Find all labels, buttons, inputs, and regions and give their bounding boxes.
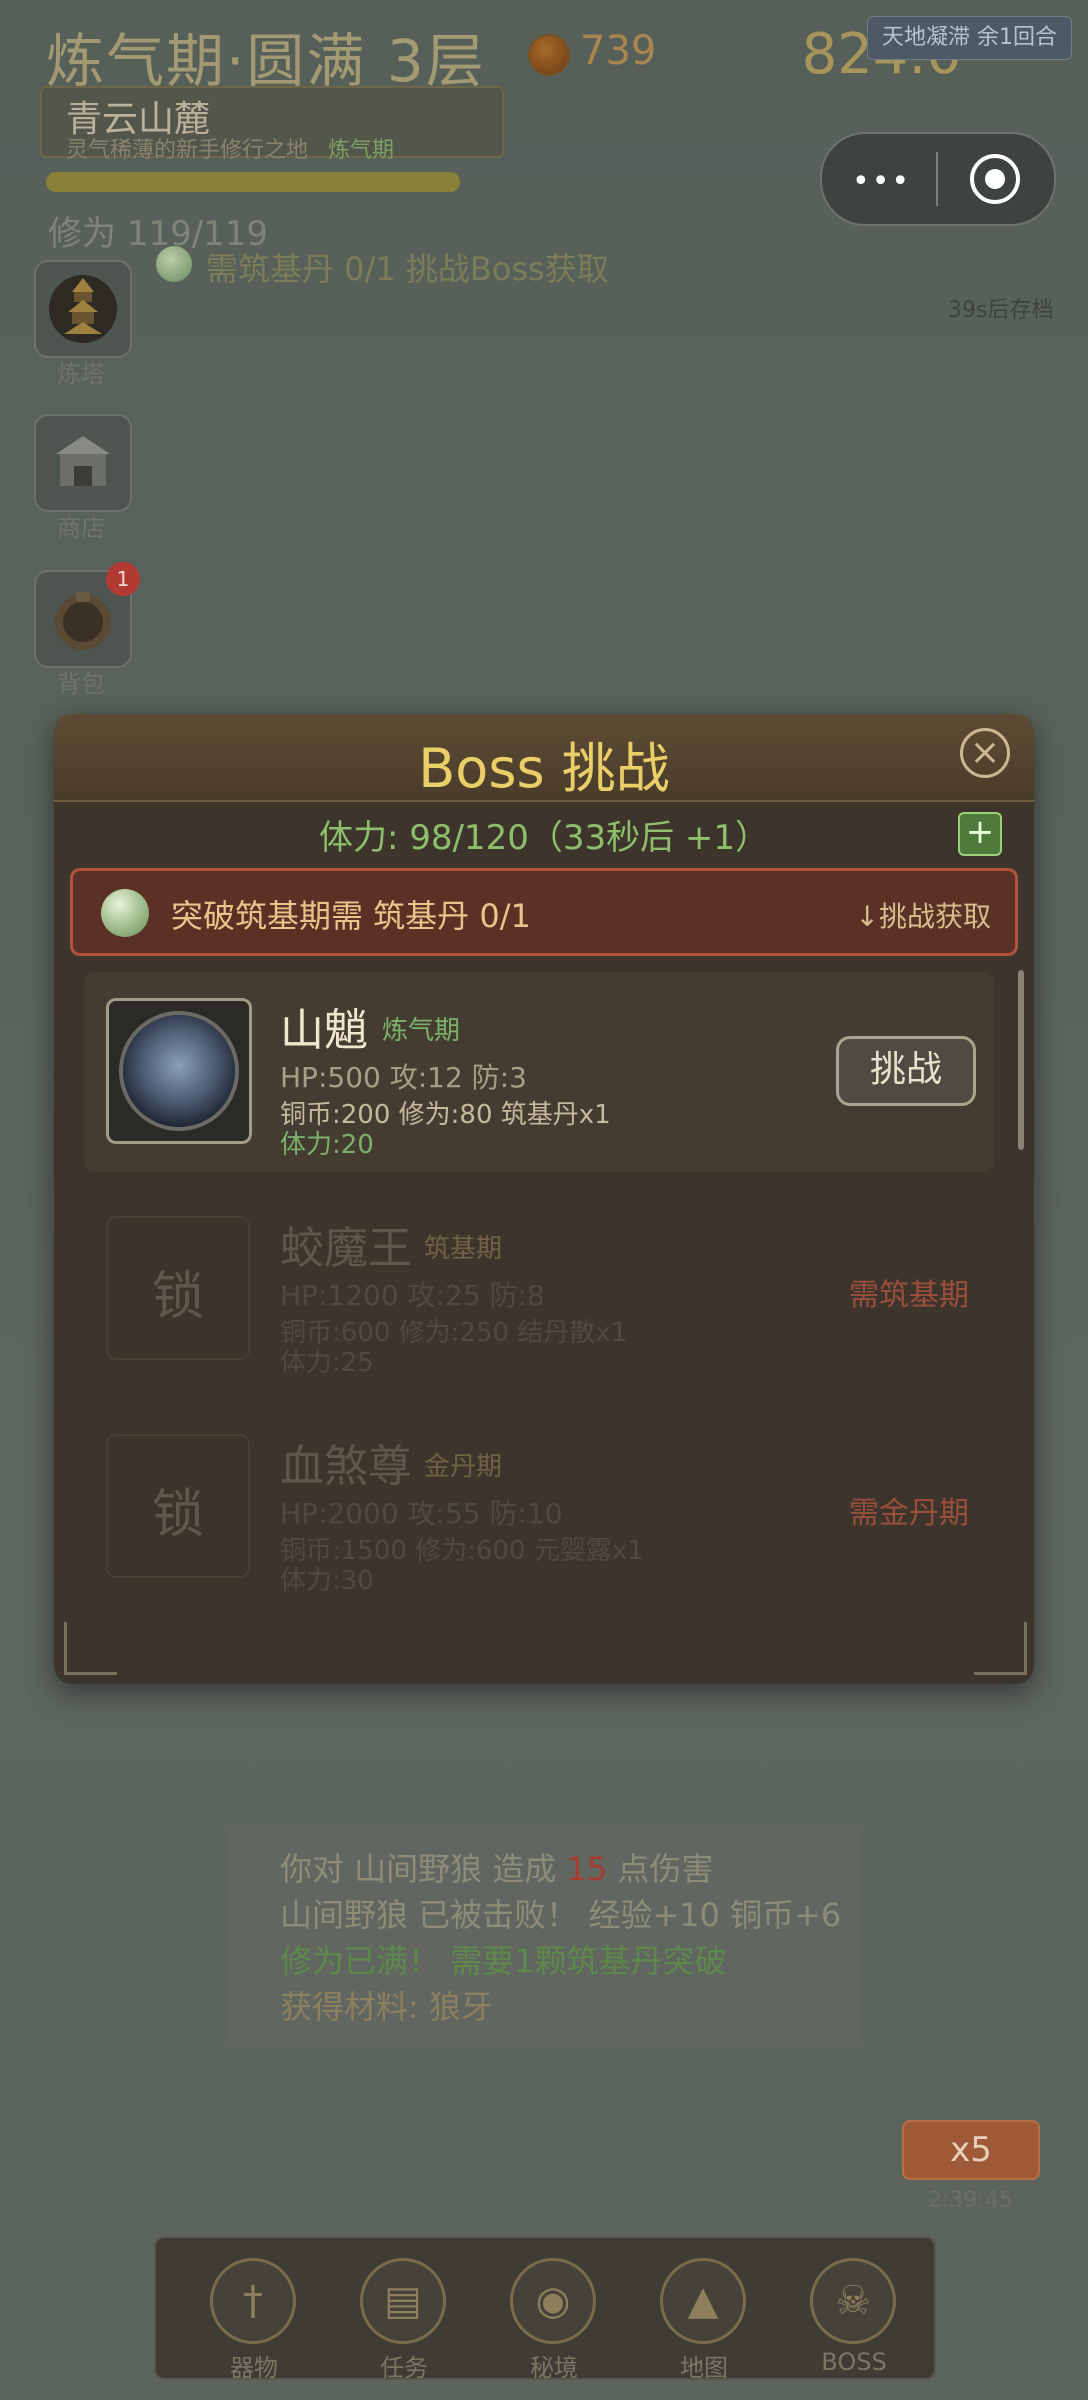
add-stamina-button[interactable]: + [958,812,1002,856]
nav-item-tasks[interactable]: ▤ 任务 [344,2258,464,2382]
event-badge: 天地凝滞 余1回合 [867,16,1072,60]
nav-item-equipment[interactable]: † 器物 [194,2258,314,2382]
boss-stamina-cost: 体力:30 [280,1566,374,1596]
log-line: 你对 山间野狼 造成 15 点伤害 [280,1844,713,1890]
damage-number: 15 [566,1850,608,1888]
pagoda-button[interactable] [34,260,132,358]
corner-decoration [974,1622,1027,1675]
breakthrough-notice: 突破筑基期需 筑基丹 0/1 ↓挑战获取 [70,868,1018,956]
coin-icon [530,36,568,74]
location-tier: 炼气期 [328,138,395,163]
autosave-text: 39s后存档 [948,298,1054,323]
locked-portrait: 锁 [106,1216,250,1360]
boss-name: 血煞尊 [280,1441,412,1492]
modal-title: Boss 挑战 [418,737,670,800]
more-icon[interactable]: ••• [852,164,911,199]
log-text: 你对 山间野狼 造成 [280,1850,567,1888]
sword-icon: † [210,2258,296,2344]
corner-decoration [64,1622,117,1675]
monkey-demon-icon [123,1015,235,1127]
stamina-text: 体力: 98/120（33秒后 +1） [318,818,770,858]
nav-item-boss[interactable]: ☠ BOSS [794,2258,914,2378]
boss-list-scrollbar[interactable] [1018,970,1024,1150]
location-panel: 青云山麓 灵气稀薄的新手修行之地 炼气期 [40,86,504,163]
bag-label: 背包 [57,670,105,698]
boss-stamina-cost: 体力:20 [280,1130,374,1160]
pagoda-icon [49,275,117,343]
nav-item-map[interactable]: ▲ 地图 [644,2258,764,2382]
challenge-obtain-link[interactable]: ↓挑战获取 [856,895,991,935]
nav-label: 秘境 [530,2354,578,2382]
boss-name: 山魈 [280,1005,368,1056]
boss-tier: 金丹期 [424,1452,503,1482]
scroll-icon: ▤ [360,2258,446,2344]
boss-stats: HP:1200 攻:25 防:8 [280,1279,545,1312]
mountain-icon: ▲ [660,2258,746,2344]
nav-label: 地图 [680,2354,728,2382]
nav-label: 任务 [380,2354,428,2382]
battle-log: 你对 山间野狼 造成 15 点伤害 山间野狼 已被击败！ 经验+10 铜币+6 … [228,1824,860,2048]
location-desc: 灵气稀薄的新手修行之地 炼气期 [66,132,394,164]
boss-name: 蛟魔王 [280,1223,412,1274]
requirement-text: 需金丹期 [849,1496,969,1531]
pill-orb-icon [156,246,192,282]
nav-label: 器物 [230,2354,278,2382]
portal-icon: ◉ [510,2258,596,2344]
shop-label: 商店 [57,514,105,542]
boss-portrait [106,998,252,1144]
log-line: 获得材料: 狼牙 [280,1988,493,2026]
speed-button[interactable]: x5 [902,2120,1040,2180]
boss-challenge-modal: Boss 挑战 × 体力: 98/120（33秒后 +1） + 突破筑基期需 筑… [54,714,1034,1684]
notice-text: 突破筑基期需 筑基丹 0/1 [171,897,531,935]
bottom-nav: † 器物 ▤ 任务 ◉ 秘境 ▲ 地图 ☠ BOSS [154,2236,936,2382]
pagoda-label: 炼塔 [57,360,105,388]
boss-tier: 炼气期 [382,1016,461,1046]
boss-card-jiaomowang: 锁 蛟魔王 筑基期 HP:1200 攻:25 防:8 铜币:600 修为:250… [84,1190,994,1390]
cultivation-bar [46,172,460,192]
miniprogram-capsule: ••• [820,132,1056,226]
boss-card-shanxiao: 山魈 炼气期 HP:500 攻:12 防:3 铜币:200 修为:80 筑基丹x… [84,972,994,1172]
bag-badge: 1 [106,562,140,596]
lock-icon: 锁 [151,1485,204,1545]
coin-count: 739 [580,28,657,74]
lock-icon: 锁 [151,1267,204,1327]
pill-icon [101,889,149,937]
nav-item-secret-realm[interactable]: ◉ 秘境 [494,2258,614,2382]
nav-label: BOSS [821,2348,887,2376]
location-desc-text: 灵气稀薄的新手修行之地 [66,138,309,163]
shop-button[interactable] [34,414,132,512]
breakthrough-hint: 需筑基丹 0/1 挑战Boss获取 [206,250,609,288]
boss-tier: 筑基期 [424,1234,503,1264]
boss-stats: HP:500 攻:12 防:3 [280,1061,527,1094]
locked-portrait: 锁 [106,1434,250,1578]
close-icon[interactable]: × [960,728,1010,778]
play-time: 2:39:45 [928,2188,1013,2213]
skull-icon: ☠ [810,2258,896,2344]
boss-card-xueshazun: 锁 血煞尊 金丹期 HP:2000 攻:55 防:10 铜币:1500 修为:6… [84,1408,994,1608]
requirement-text: 需筑基期 [849,1278,969,1313]
boss-stamina-cost: 体力:25 [280,1348,374,1378]
capsule-divider [936,152,938,206]
log-line: 山间野狼 已被击败！ 经验+10 铜币+6 [280,1896,842,1934]
exit-icon[interactable] [970,154,1020,204]
log-line: 修为已满！ 需要1颗筑基丹突破 [280,1942,727,1980]
challenge-button[interactable]: 挑战 [836,1036,976,1106]
shop-icon [56,436,110,486]
log-text: 点伤害 [607,1850,714,1888]
boss-stats: HP:2000 攻:55 防:10 [280,1497,563,1530]
